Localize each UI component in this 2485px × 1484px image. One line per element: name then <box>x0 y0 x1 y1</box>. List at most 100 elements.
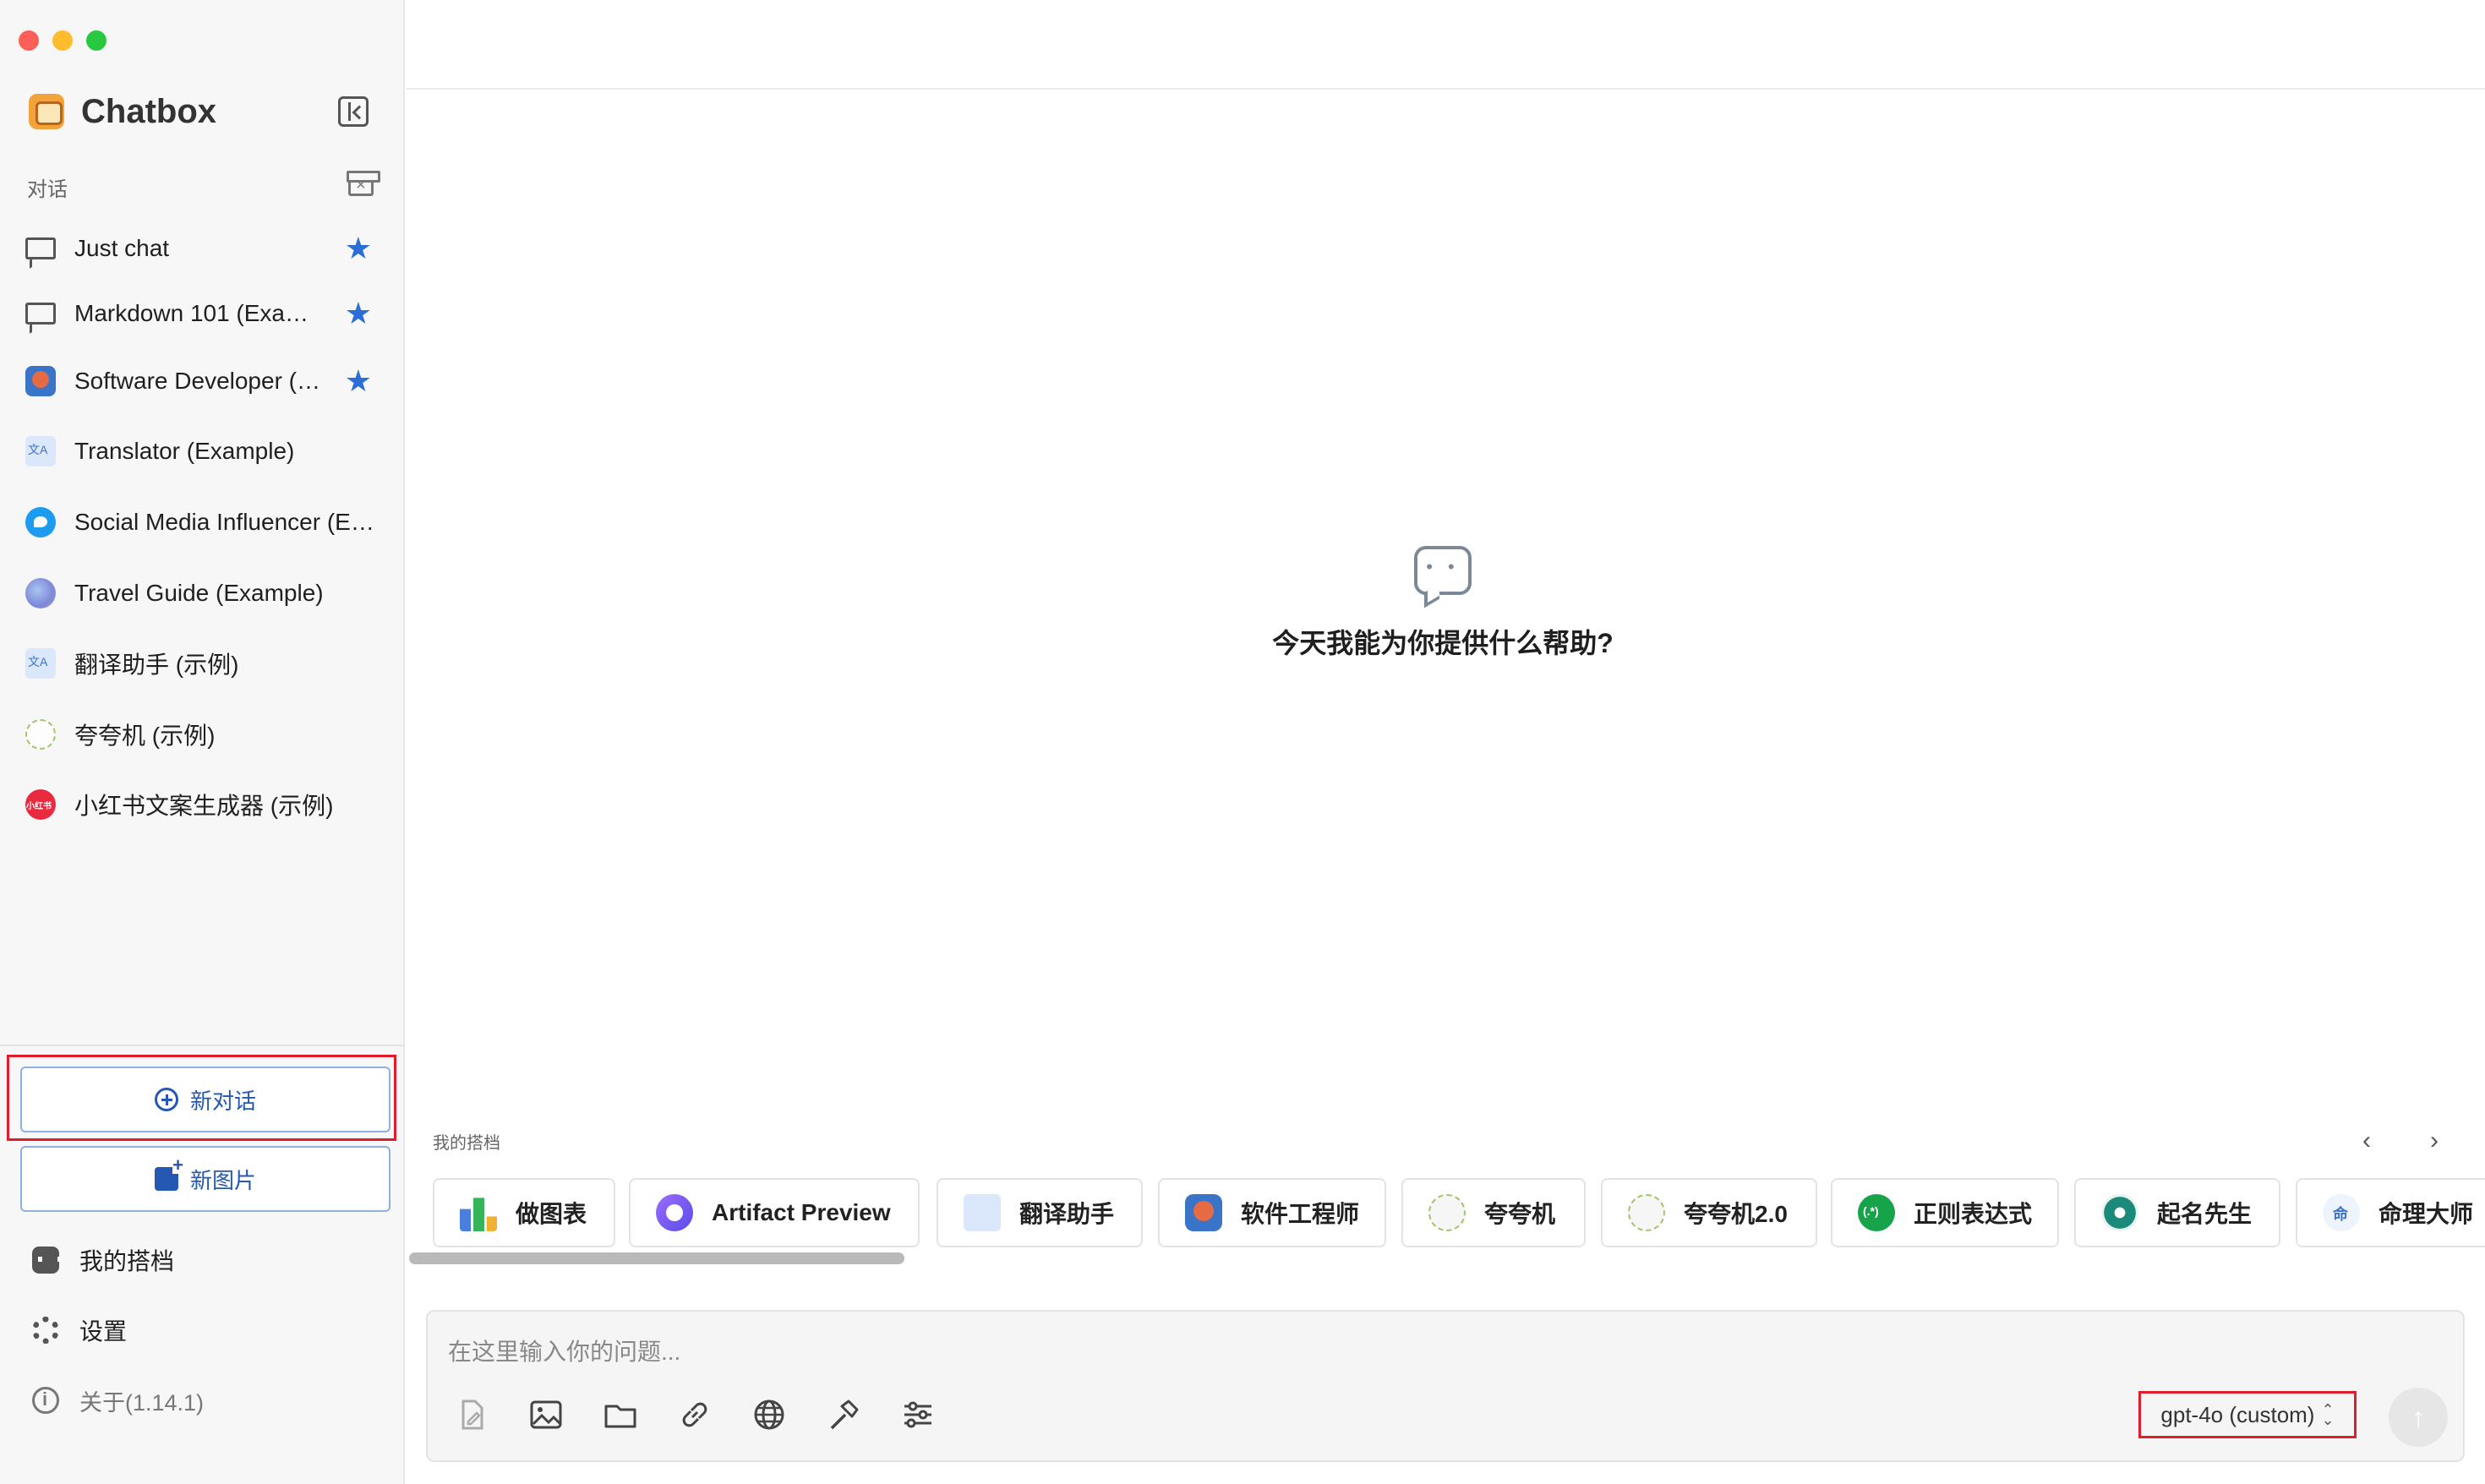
sliders-icon[interactable] <box>899 1396 937 1433</box>
copilot-label: 夸夸机2.0 <box>1684 1201 1788 1227</box>
sidebar-item-copilots[interactable]: 我的搭档 <box>32 1239 174 1281</box>
conversation-item[interactable]: Just chat ★ <box>25 223 389 274</box>
sidebar-item-label: 我的搭档 <box>79 1248 175 1274</box>
folder-icon[interactable] <box>602 1396 639 1433</box>
new-image-button[interactable]: 新图片 <box>20 1146 390 1212</box>
copilot-chip[interactable]: 翻译助手 <box>937 1178 1143 1247</box>
conversation-item[interactable]: 小红书文案生成器 (示例) <box>25 779 389 830</box>
bar-chart-icon <box>460 1198 497 1231</box>
empty-state-title: 今天我能为你提供什么帮助? <box>1272 628 1614 658</box>
chevron-up-down-icon: ⌃ ⌄ <box>2321 1401 2335 1428</box>
copilot-chip[interactable]: 夸夸机2.0 <box>1601 1178 1817 1247</box>
copilot-list: 做图表 Artifact Preview 翻译助手 软件工程师 夸夸机 夸夸机2… <box>433 1178 2485 1249</box>
arrow-up-icon: ↑ <box>2411 1401 2425 1432</box>
copilot-chip[interactable]: 夸夸机 <box>1401 1178 1586 1247</box>
copilot-label: 正则表达式 <box>1914 1201 2033 1227</box>
app-brand: Chatbox <box>29 91 216 132</box>
model-selector[interactable]: gpt-4o (custom) ⌃ ⌄ <box>2138 1391 2357 1438</box>
conversation-label: Social Media Influencer (Example) <box>74 509 379 535</box>
artifact-icon <box>656 1194 693 1231</box>
message-input[interactable] <box>448 1335 1969 1369</box>
plus-circle-icon <box>154 1088 178 1111</box>
copilot-chip[interactable]: 软件工程师 <box>1158 1178 1386 1247</box>
kuakua-avatar-icon <box>25 719 56 750</box>
conversation-item[interactable]: Social Media Influencer (Example) <box>25 497 389 548</box>
empty-state: 今天我能为你提供什么帮助? <box>1265 546 1620 661</box>
conversation-item[interactable]: 夸夸机 (示例) <box>25 709 389 760</box>
chevron-left-icon[interactable]: ‹ <box>2355 1128 2378 1154</box>
copilot-label: Artifact Preview <box>712 1199 891 1225</box>
star-icon[interactable]: ★ <box>345 364 372 398</box>
copilot-chip[interactable]: Artifact Preview <box>629 1178 920 1247</box>
collapse-sidebar-icon[interactable] <box>338 96 369 127</box>
chat-bubble-icon <box>25 237 56 259</box>
link-icon[interactable] <box>676 1396 713 1433</box>
app-title: Chatbox <box>81 92 216 130</box>
header-bar <box>407 0 2485 90</box>
conversations-section-label: 对话 <box>27 178 68 201</box>
chatbox-logo-icon <box>29 94 64 129</box>
sidebar-item-label: 设置 <box>79 1318 128 1345</box>
composer: gpt-4o (custom) ⌃⌄ ↑ <box>426 1310 2465 1462</box>
sidebar-item-settings[interactable]: 设置 <box>32 1309 127 1351</box>
model-name: gpt-4o (custom) <box>2160 1401 2315 1427</box>
conversation-label: Software Developer (Example) <box>74 368 328 394</box>
hammer-icon[interactable] <box>825 1396 862 1433</box>
sidebar: Chatbox 对话 Just chat ★ Markdown 101 (Exa… <box>0 0 405 1484</box>
sidebar-divider <box>0 1045 405 1046</box>
sidebar-item-about[interactable]: 关于(1.14.1) <box>32 1379 204 1421</box>
fortune-icon <box>2323 1194 2360 1231</box>
globe-icon[interactable] <box>751 1396 788 1433</box>
conversation-item[interactable]: Translator (Example) <box>25 426 389 477</box>
copilot-chip[interactable]: 正则表达式 <box>1831 1178 2059 1247</box>
new-chat-button[interactable]: 新对话 <box>20 1067 390 1132</box>
window-minimize-button[interactable] <box>52 30 73 51</box>
translator-avatar-icon <box>25 648 56 679</box>
copilot-label: 翻译助手 <box>1019 1201 1115 1227</box>
window-close-button[interactable] <box>19 30 39 51</box>
conversation-item[interactable]: Travel Guide (Example) <box>25 568 389 619</box>
conversation-item[interactable]: Markdown 101 (Example) ★ <box>25 288 389 339</box>
chat-bubble-icon <box>25 303 56 325</box>
developer-icon <box>1185 1194 1222 1231</box>
conversation-label: Markdown 101 (Example) <box>74 300 328 326</box>
send-button[interactable]: ↑ <box>2389 1388 2448 1447</box>
conversation-label: Travel Guide (Example) <box>74 580 324 606</box>
image-add-icon <box>154 1157 183 1191</box>
kuakua-icon <box>1428 1194 1466 1231</box>
sidebar-item-label: 关于(1.14.1) <box>79 1389 205 1416</box>
robot-icon <box>32 1247 62 1274</box>
copilot-label: 夸夸机 <box>1484 1201 1556 1227</box>
star-icon[interactable]: ★ <box>345 232 372 265</box>
clear-conversations-icon[interactable] <box>347 171 380 196</box>
copilot-scrollbar[interactable] <box>409 1252 904 1264</box>
attach-file-icon[interactable] <box>453 1396 490 1433</box>
conversation-item[interactable]: Software Developer (Example) ★ <box>25 356 389 406</box>
regex-icon <box>1858 1194 1895 1231</box>
new-image-label: 新图片 <box>189 1167 256 1193</box>
copilot-chip[interactable]: 做图表 <box>433 1178 615 1247</box>
window-zoom-button[interactable] <box>86 30 106 51</box>
new-chat-label: 新对话 <box>189 1088 256 1114</box>
developer-avatar-icon <box>25 366 56 396</box>
conversation-item[interactable]: 翻译助手 (示例) <box>25 638 389 689</box>
copilot-label: 做图表 <box>516 1201 587 1227</box>
chat-bubble-icon <box>1414 546 1472 595</box>
globe-avatar-icon <box>25 578 56 608</box>
copilot-label: 命理大师 <box>2378 1201 2474 1227</box>
xiaohongshu-avatar-icon <box>25 789 56 820</box>
chevron-right-icon[interactable]: › <box>2422 1128 2446 1154</box>
conversation-label: Translator (Example) <box>74 438 295 464</box>
conversation-label: 翻译助手 (示例) <box>74 652 239 678</box>
translator-icon <box>964 1194 1001 1231</box>
kuakua-icon <box>1628 1194 1665 1231</box>
star-icon[interactable]: ★ <box>345 297 372 330</box>
copilot-chip[interactable]: 命理大师 <box>2296 1178 2485 1247</box>
copilot-label: 软件工程师 <box>1241 1201 1360 1227</box>
conversation-label: 小红书文案生成器 (示例) <box>74 793 334 819</box>
image-icon[interactable] <box>527 1396 565 1433</box>
copilot-chip[interactable]: 起名先生 <box>2074 1178 2280 1247</box>
gear-icon <box>32 1317 59 1344</box>
copilot-label: 起名先生 <box>2157 1201 2253 1227</box>
translator-avatar-icon <box>25 436 56 466</box>
